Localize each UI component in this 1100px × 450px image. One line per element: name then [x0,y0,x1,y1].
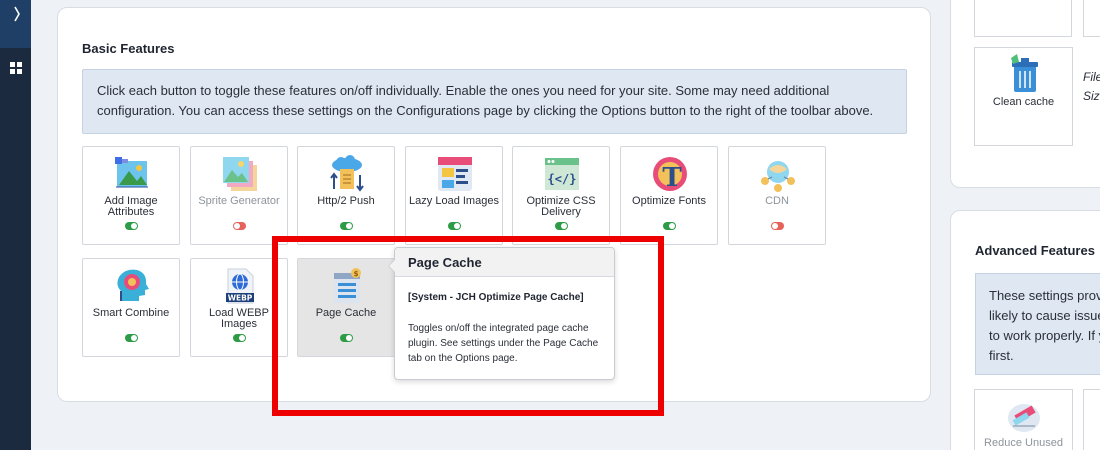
feature-label: Optimize Fonts [632,195,706,207]
chevron-right-icon [14,6,20,22]
feature-http2-push[interactable]: Http/2 Push [297,146,395,245]
image-attributes-icon [115,157,148,188]
utility-tile[interactable] [974,0,1072,37]
highlight-box [272,236,664,416]
webp-file-icon: WEBP [226,268,254,304]
advanced-info-line: first. [989,348,1014,363]
advanced-info-line: These settings prov [989,288,1100,303]
clean-cache-label: Clean cache [992,96,1055,108]
sprite-generator-icon [223,157,257,191]
eraser-icon [1008,404,1040,432]
advanced-features-title: Advanced Features [975,243,1095,258]
svg-text:T: T [662,163,682,193]
feature-label: Smart Combine [92,307,170,319]
toggle-on[interactable] [233,334,246,342]
basic-features-info: Click each button to toggle these featur… [82,69,907,134]
cloud-push-icon [330,155,364,192]
feature-optimize-css-delivery[interactable]: {</} Optimize CSS Delivery [512,146,610,245]
feature-label: CDN [765,195,789,207]
feature-label: Add Image Attributes [104,195,158,218]
sidebar [0,0,31,450]
feature-add-image-attributes[interactable]: Add Image Attributes [82,146,180,245]
dashboard-grid-icon[interactable] [10,62,22,74]
toggle-on[interactable] [340,222,353,230]
advanced-feature-tile[interactable] [1083,389,1100,450]
toggle-off[interactable] [233,222,246,230]
basic-features-title: Basic Features [82,41,175,56]
svg-text:{</}: {</} [548,172,577,186]
smart-combine-head-icon [117,269,149,301]
trash-icon [1011,54,1038,92]
advanced-info-line: likely to cause issue [989,308,1100,323]
toggle-on[interactable] [663,222,676,230]
feature-label: Lazy Load Images [409,195,499,207]
feature-label: Optimize CSS Delivery [526,195,596,218]
toggle-on[interactable] [555,222,568,230]
feature-cdn[interactable]: CDN [728,146,826,245]
feature-optimize-fonts[interactable]: T Optimize Fonts [620,146,718,245]
advanced-features-info: These settings prov likely to cause issu… [975,273,1100,375]
reduce-unused-label: Reduce Unused [984,437,1063,449]
advanced-info-line: to work properly. If y [989,328,1100,343]
file-info-line: Siz [1083,89,1100,103]
feature-lazy-load-images[interactable]: Lazy Load Images [405,146,503,245]
toggle-on[interactable] [125,334,138,342]
toggle-off[interactable] [771,222,784,230]
utility-tile[interactable] [1083,0,1100,37]
feature-reduce-unused[interactable]: Reduce Unused [974,389,1073,450]
svg-text:WEBP: WEBP [228,294,253,303]
clean-cache-button[interactable]: Clean cache [974,47,1073,146]
cdn-globe-icon [761,161,795,192]
file-info: File Siz [1083,68,1100,106]
toggle-on[interactable] [125,222,138,230]
feature-sprite-generator[interactable]: Sprite Generator [190,146,288,245]
fonts-icon: T [653,157,687,193]
sidebar-toggle[interactable] [0,0,31,48]
feature-smart-combine[interactable]: Smart Combine [82,258,180,357]
lazy-load-icon [438,157,472,191]
feature-label: Http/2 Push [317,195,375,207]
file-info-line: File [1083,70,1100,84]
css-code-icon: {</} [545,158,579,190]
toggle-on[interactable] [448,222,461,230]
feature-label: Sprite Generator [198,195,280,207]
